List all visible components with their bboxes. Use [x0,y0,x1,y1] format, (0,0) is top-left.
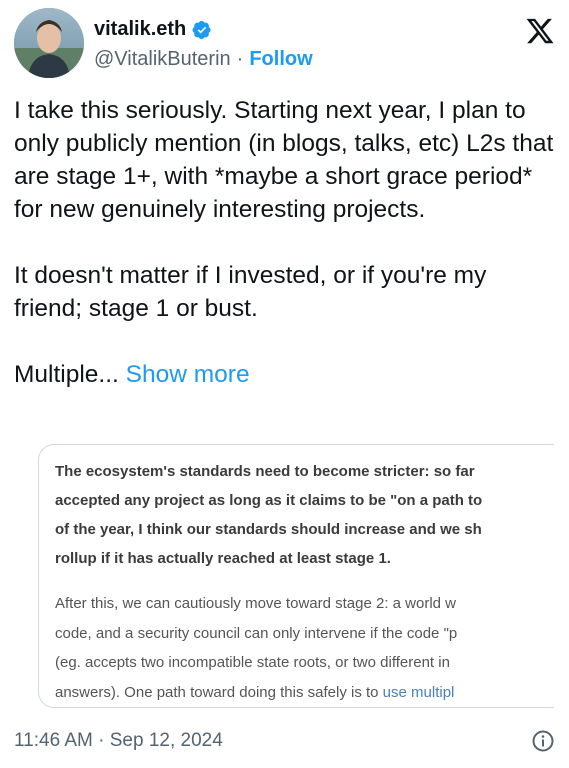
image-bold-line: of the year, I think our standards shoul… [55,521,482,538]
handle-row: @VitalikButerin · Follow [94,48,313,71]
separator: · [236,48,244,70]
image-text-line: (eg. accepts two incompatible state root… [55,654,450,671]
image-text-prefix: answers). One path toward doing this saf… [55,683,383,701]
attached-image[interactable]: The ecosystem's standards need to become… [38,444,554,708]
tweet-card: vitalik.eth @VitalikButerin · Follow I t… [0,0,569,768]
x-logo-icon[interactable] [525,16,555,46]
show-more-link[interactable]: Show more [126,361,250,388]
avatar-image [14,8,84,78]
tweet-footer: 11:46 AM · Sep 12, 2024 [14,726,555,756]
image-text-line: After this, we can cautiously move towar… [55,595,457,612]
timestamp[interactable]: 11:46 AM · Sep 12, 2024 [14,730,223,752]
tweet-paragraph-1: I take this seriously. Starting next yea… [14,97,554,223]
follow-button[interactable]: Follow [249,48,312,71]
image-bold-line: accepted any project as long as it claim… [55,492,483,509]
image-text-link: use multipl [382,683,455,701]
image-text-block: The ecosystem's standards need to become… [55,457,554,707]
tweet-header: vitalik.eth @VitalikButerin · Follow [14,8,555,80]
image-text-line: code, and a security council can only in… [55,624,458,642]
tweet-paragraph-2: It doesn't matter if I invested, or if y… [14,262,487,322]
name-row: vitalik.eth [94,18,212,41]
image-text-line-last: answers). One path toward doing this saf… [55,678,554,708]
handle[interactable]: @VitalikButerin [94,48,231,71]
image-paragraph-gap [55,573,554,589]
avatar[interactable] [14,8,84,78]
tweet-paragraph-3: Multiple... Show more [14,358,554,391]
tweet-text: I take this seriously. Starting next yea… [14,94,554,391]
image-bold-line: rollup if it has actually reached at lea… [55,550,391,567]
info-icon[interactable] [531,729,555,753]
truncated-text: Multiple... [14,361,119,388]
verified-badge-icon [192,20,211,39]
image-bold-line: The ecosystem's standards need to become… [55,463,475,480]
display-name[interactable]: vitalik.eth [94,18,186,41]
